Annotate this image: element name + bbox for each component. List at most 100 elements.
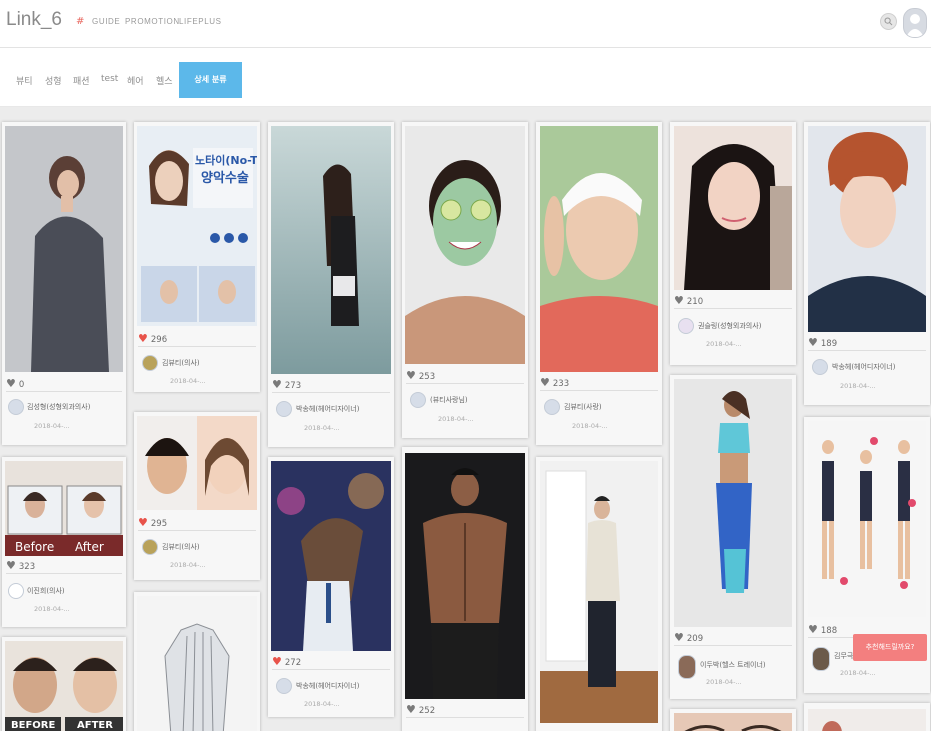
author-name[interactable]: (뷰티사랑님)	[430, 395, 468, 405]
heart-icon[interactable]: ♥	[674, 631, 684, 644]
card[interactable]: ♥ 272 박송헤(헤어디자이너) 2018-04-...	[268, 457, 394, 717]
recommend-chat-button[interactable]: 추천해드릴까요?	[853, 634, 927, 661]
card-photo[interactable]: Before After	[5, 461, 123, 556]
card[interactable]: ♥ 273 박송헤(헤어디자이너) 2018-04-...	[268, 122, 394, 447]
heart-icon[interactable]: ♥	[272, 378, 282, 391]
post-date: 2018-04-...	[840, 382, 876, 390]
author-name[interactable]: 김뷰티(의사)	[162, 358, 200, 368]
heart-icon[interactable]: ♥	[808, 623, 818, 636]
author-avatar	[142, 539, 158, 555]
detail-category-button[interactable]: 상세 분류	[179, 62, 242, 98]
like-count[interactable]: ♥ 188	[808, 623, 837, 636]
like-count[interactable]: ♥ 0	[6, 377, 24, 390]
category-hair[interactable]: 헤어	[127, 74, 144, 87]
card[interactable]	[804, 703, 930, 731]
category-fashion[interactable]: 패션	[73, 74, 90, 87]
category-test[interactable]: test	[101, 74, 118, 84]
card-photo[interactable]	[271, 126, 391, 374]
like-count[interactable]: ♥ 323	[6, 559, 35, 572]
divider	[138, 346, 256, 347]
user-avatar-icon[interactable]	[903, 8, 927, 38]
card-photo[interactable]	[808, 126, 926, 332]
heart-icon[interactable]: ♥	[272, 655, 282, 668]
card[interactable]: BEFORE AFTER	[2, 637, 126, 731]
nav-lifeplus[interactable]: LIFEPLUS	[179, 17, 222, 26]
heart-icon[interactable]: ♥	[138, 516, 148, 529]
like-count[interactable]: ♥ 189	[808, 336, 837, 349]
card-photo[interactable]: BEFORE AFTER	[5, 641, 123, 731]
heart-icon[interactable]: ♥	[674, 294, 684, 307]
heart-icon[interactable]: ♥	[406, 703, 416, 716]
divider	[808, 350, 926, 351]
divider	[272, 669, 390, 670]
card[interactable]: 노타이(No-Tie) 양악수술 ♥296 김뷰티(의사) 2018-04-...	[134, 122, 260, 392]
post-date: 2018-04-...	[438, 415, 474, 423]
card[interactable]	[134, 592, 260, 731]
card-photo[interactable]	[5, 126, 123, 372]
post-date: 2018-04-...	[706, 340, 742, 348]
card-photo[interactable]	[674, 126, 792, 290]
like-count[interactable]: ♥ 272	[272, 655, 301, 668]
heart-icon[interactable]: ♥	[808, 336, 818, 349]
heart-icon[interactable]: ♥	[540, 376, 550, 389]
heart-icon[interactable]: ♥	[406, 369, 416, 382]
author-name[interactable]: 김뷰티(사랑)	[564, 402, 602, 412]
card-photo[interactable]	[137, 416, 257, 510]
card[interactable]: ♥ 252	[402, 447, 528, 731]
card[interactable]	[536, 457, 662, 731]
card-photo[interactable]	[674, 379, 792, 627]
card[interactable]: ♥ 295 김뷰티(의사) 2018-04-...	[134, 412, 260, 580]
author-avatar	[8, 399, 24, 415]
card[interactable]: ♥ 210 권슬링(성형외과의사) 2018-04-...	[670, 122, 796, 365]
card-photo[interactable]: 노타이(No-Tie) 양악수술	[137, 126, 257, 326]
card[interactable]: ♥ 189 박송헤(헤어디자이너) 2018-04-...	[804, 122, 930, 405]
card-photo[interactable]	[271, 461, 391, 651]
card-photo[interactable]	[137, 596, 257, 731]
nav-guide[interactable]: GUIDE	[92, 17, 120, 26]
card-photo[interactable]	[674, 713, 792, 731]
author-name[interactable]: 이진희(의사)	[27, 586, 65, 596]
heart-icon[interactable]: ♥	[6, 559, 16, 572]
heart-icon[interactable]: ♥	[138, 332, 148, 345]
card[interactable]	[670, 709, 796, 731]
author-name[interactable]: 김성형(성형외과의사)	[27, 402, 90, 412]
card-photo[interactable]	[540, 126, 658, 372]
nav-promotion[interactable]: PROMOTION	[125, 17, 180, 26]
author-name[interactable]: 박송헤(헤어디자이너)	[832, 362, 895, 372]
like-count[interactable]: ♥ 295	[138, 516, 167, 529]
author-name[interactable]: 박송헤(헤어디자이너)	[296, 681, 359, 691]
divider	[406, 717, 524, 718]
author-name[interactable]: 박송헤(헤어디자이너)	[296, 404, 359, 414]
category-plastic-surgery[interactable]: 성형	[45, 74, 62, 87]
post-date: 2018-04-...	[706, 678, 742, 686]
like-count[interactable]: ♥ 296	[138, 332, 167, 345]
card[interactable]: ♥ 253 (뷰티사랑님) 2018-04-...	[402, 122, 528, 438]
card-photo[interactable]	[808, 709, 926, 731]
author-name[interactable]: 김뷰티(의사)	[162, 542, 200, 552]
post-date: 2018-04-...	[170, 377, 206, 385]
category-health[interactable]: 헬스	[156, 74, 173, 87]
card-photo[interactable]	[540, 461, 658, 723]
card[interactable]: ♥ 0 김성형(성형외과의사) 2018-04-...	[2, 122, 126, 445]
author-name[interactable]: 이두박(헬스 트레이너)	[700, 660, 766, 670]
card-photo[interactable]	[405, 453, 525, 699]
like-count[interactable]: ♥ 209	[674, 631, 703, 644]
like-count[interactable]: ♥ 233	[540, 376, 569, 389]
hash-nav-link[interactable]: #	[76, 16, 84, 27]
site-logo[interactable]: Link_6	[6, 9, 62, 31]
category-beauty[interactable]: 뷰티	[16, 74, 33, 87]
card[interactable]: ♥ 233 김뷰티(사랑) 2018-04-...	[536, 122, 662, 445]
like-count[interactable]: ♥ 253	[406, 369, 435, 382]
search-icon[interactable]	[880, 13, 897, 30]
card-photo[interactable]	[808, 421, 926, 617]
author-avatar	[8, 583, 24, 599]
like-count[interactable]: ♥ 210	[674, 294, 703, 307]
like-count[interactable]: ♥ 252	[406, 703, 435, 716]
author-name[interactable]: 권슬링(성형외과의사)	[698, 321, 761, 331]
card-photo[interactable]	[405, 126, 525, 364]
heart-icon[interactable]: ♥	[6, 377, 16, 390]
card[interactable]: ♥ 209 이두박(헬스 트레이너) 2018-04-...	[670, 375, 796, 699]
card[interactable]: Before After ♥ 323 이진희(의사) 2018-04-...	[2, 457, 126, 627]
after-label: After	[75, 540, 104, 554]
like-count[interactable]: ♥ 273	[272, 378, 301, 391]
